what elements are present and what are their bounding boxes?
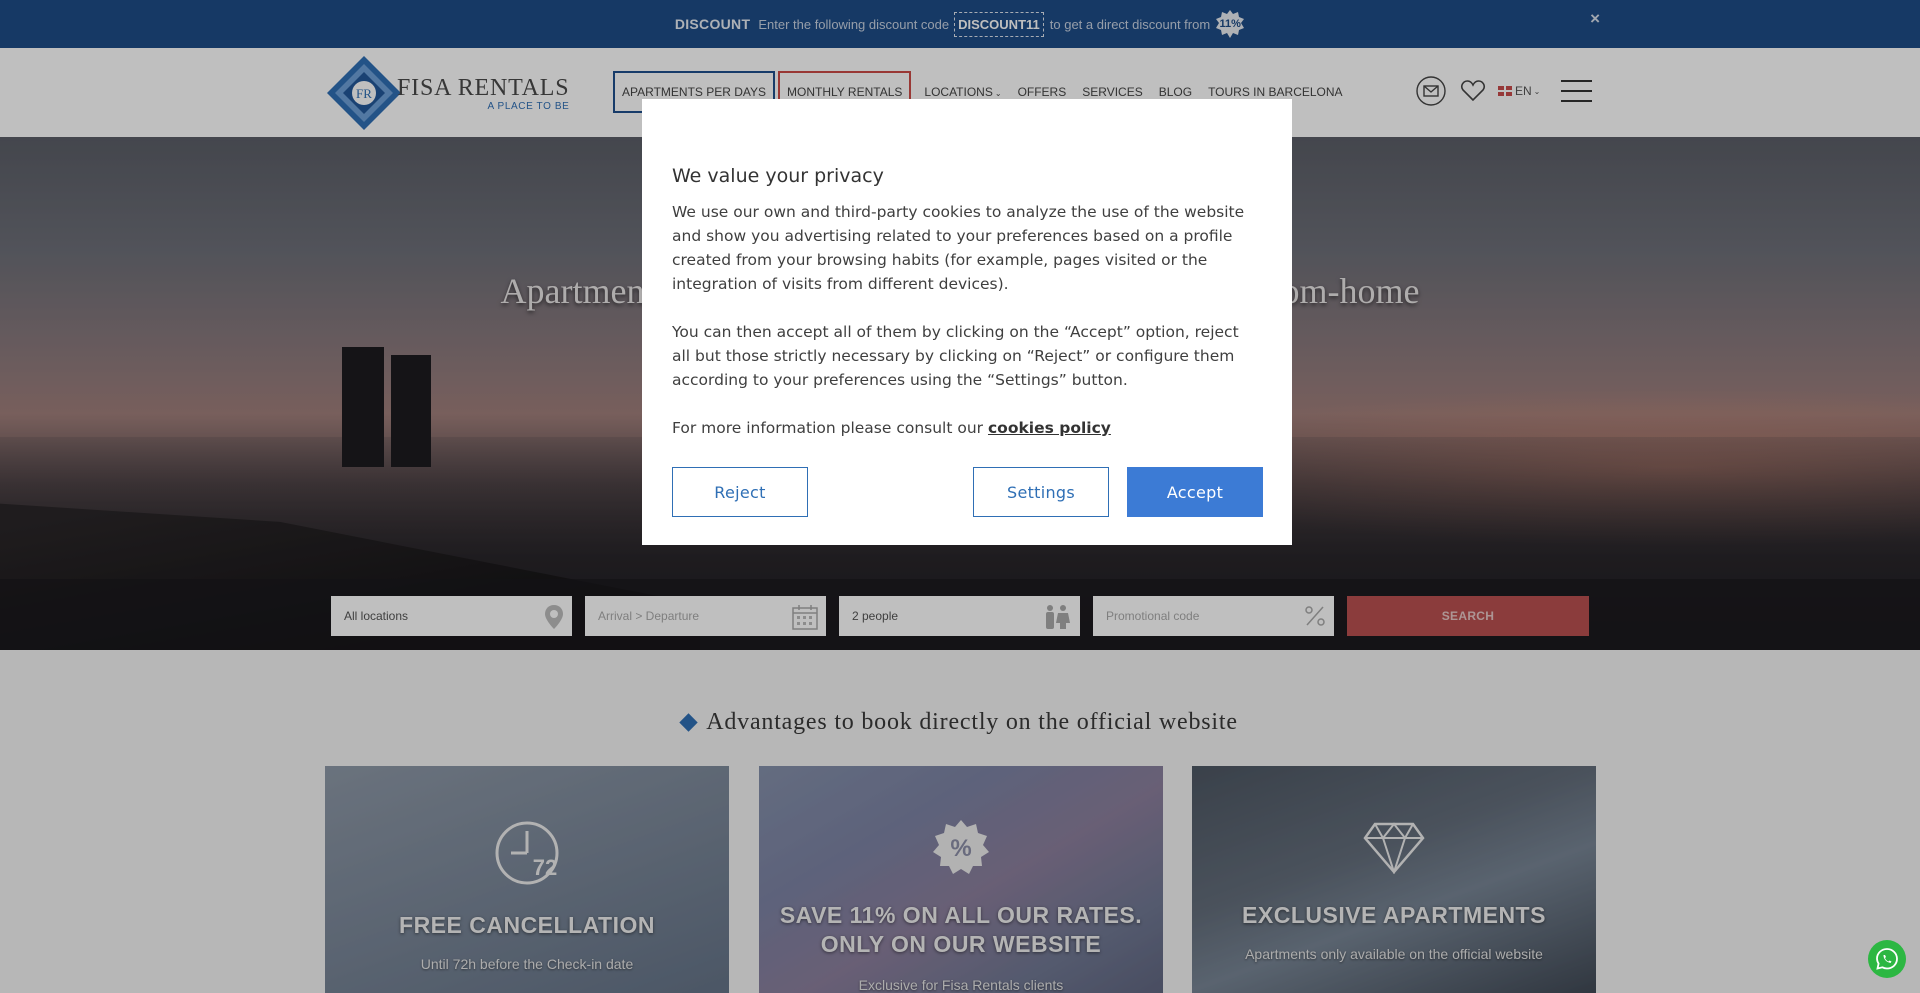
page: DISCOUNT Enter the following discount co… [0,0,1920,993]
cookie-more-info: For more information please consult our … [672,416,1262,440]
cookie-paragraph-1-line: created from your browsing habits (for e… [672,251,1208,269]
cookie-dialog-title: We value your privacy [672,165,884,187]
cookies-policy-link[interactable]: cookies policy [988,419,1111,437]
cookie-paragraph-2: You can then accept all of them by click… [672,320,1262,392]
whatsapp-icon [1876,948,1898,970]
accept-button[interactable]: Accept [1127,467,1263,517]
cookie-paragraph-1: We use our own and third-party cookies t… [672,200,1262,296]
cookie-paragraph-1-line: and show you advertising related to your… [672,227,1233,245]
whatsapp-button[interactable] [1868,940,1906,978]
cookie-paragraph-1-line: integration of visits from different dev… [672,275,1009,293]
settings-button[interactable]: Settings [973,467,1109,517]
cookie-paragraph-2-line: You can then accept all of them by click… [672,323,1239,341]
cookie-consent-dialog: We value your privacy We use our own and… [642,99,1292,545]
reject-button[interactable]: Reject [672,467,808,517]
cookie-paragraph-1-line: We use our own and third-party cookies t… [672,203,1245,221]
cookie-more-info-text: For more information please consult our [672,419,984,437]
cookie-paragraph-2-line: according to your preferences using the … [672,371,1128,389]
cookie-paragraph-2-line: all but those strictly necessary by clic… [672,347,1235,365]
